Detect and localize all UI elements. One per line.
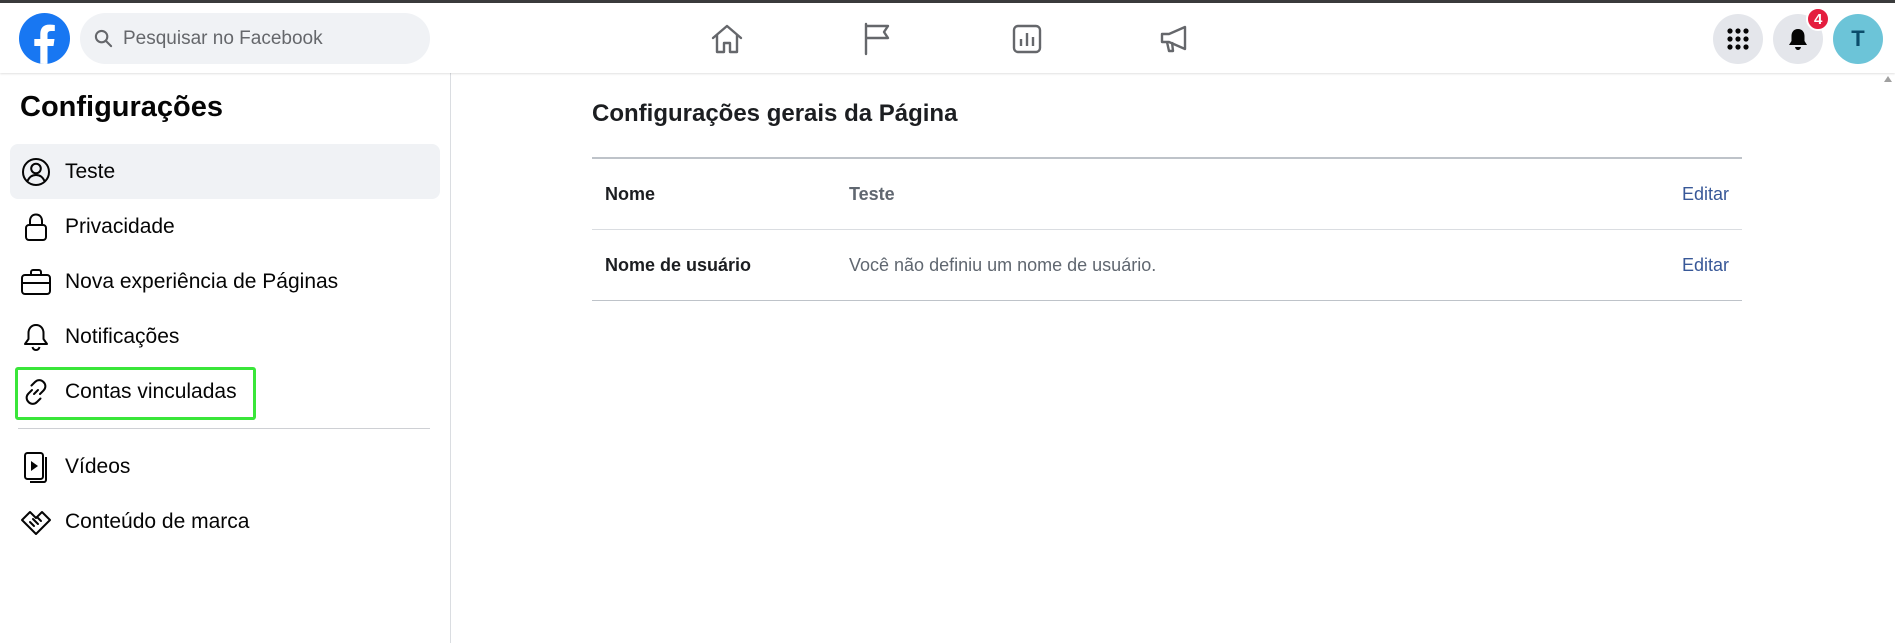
setting-key: Nome xyxy=(605,183,656,204)
bell-icon xyxy=(1789,29,1807,50)
avatar[interactable]: T xyxy=(1833,14,1883,64)
sidebar-item-conteudo-de-marca[interactable]: Conteúdo de marca xyxy=(10,494,440,549)
sidebar-item-label: Privacidade xyxy=(65,214,175,238)
sidebar-divider xyxy=(18,428,430,429)
sidebar-item-privacidade[interactable]: Privacidade xyxy=(10,199,440,254)
selection-highlight-box xyxy=(15,367,256,420)
top-navigation-bar: 4 T xyxy=(0,3,1895,73)
settings-sidebar: Configurações Teste Privacidade Nova exp… xyxy=(0,73,451,643)
nav-home[interactable] xyxy=(672,13,782,64)
sidebar-item-label: Nova experiência de Páginas xyxy=(65,269,339,293)
insights-chart-icon xyxy=(1012,24,1042,53)
menu-button[interactable] xyxy=(1713,14,1763,64)
home-icon xyxy=(711,24,743,53)
facebook-logo-icon[interactable] xyxy=(19,13,70,64)
profile-icon xyxy=(18,154,54,190)
grid-menu-icon xyxy=(1727,28,1749,50)
search-bar[interactable] xyxy=(80,13,430,64)
table-row-nome: Nome Teste Editar xyxy=(592,159,1742,230)
setting-key: Nome de usuário xyxy=(605,254,752,275)
sidebar-item-nova-experiencia[interactable]: Nova experiência de Páginas xyxy=(10,254,440,309)
flag-icon xyxy=(864,22,890,55)
sidebar-item-label: Conteúdo de marca xyxy=(65,509,250,533)
table-row-nome-de-usuario: Nome de usuário Você não definiu um nome… xyxy=(592,230,1742,301)
general-settings-table: Nome Teste Editar Nome de usuário Você n… xyxy=(592,157,1742,301)
page-title: Configurações gerais da Página xyxy=(592,100,958,127)
video-icon xyxy=(18,449,54,485)
search-icon xyxy=(94,29,113,48)
search-input[interactable] xyxy=(123,27,403,50)
nav-pages[interactable] xyxy=(822,13,932,64)
edit-username-link[interactable]: Editar xyxy=(1682,255,1729,276)
sidebar-item-notificacoes[interactable]: Notificações xyxy=(10,309,440,364)
nav-insights[interactable] xyxy=(972,13,1082,64)
sidebar-item-label: Notificações xyxy=(65,324,180,348)
nav-ads[interactable] xyxy=(1120,13,1230,64)
sidebar-item-videos[interactable]: Vídeos xyxy=(10,439,440,494)
megaphone-icon xyxy=(1160,25,1187,52)
sidebar-item-label: Teste xyxy=(65,159,116,183)
handshake-icon xyxy=(18,504,54,540)
setting-value: Você não definiu um nome de usuário. xyxy=(849,254,1157,275)
sidebar-title: Configurações xyxy=(20,91,224,123)
notification-badge: 4 xyxy=(1806,7,1831,31)
bell-icon xyxy=(18,319,54,355)
page-scrollbar[interactable] xyxy=(1881,73,1895,643)
setting-value: Teste xyxy=(849,183,895,204)
briefcase-icon xyxy=(18,264,54,300)
lock-icon xyxy=(18,209,54,245)
scroll-up-arrow-icon[interactable] xyxy=(1884,76,1892,82)
sidebar-item-label: Vídeos xyxy=(65,454,131,478)
sidebar-item-teste[interactable]: Teste xyxy=(10,144,440,199)
edit-name-link[interactable]: Editar xyxy=(1682,184,1729,205)
